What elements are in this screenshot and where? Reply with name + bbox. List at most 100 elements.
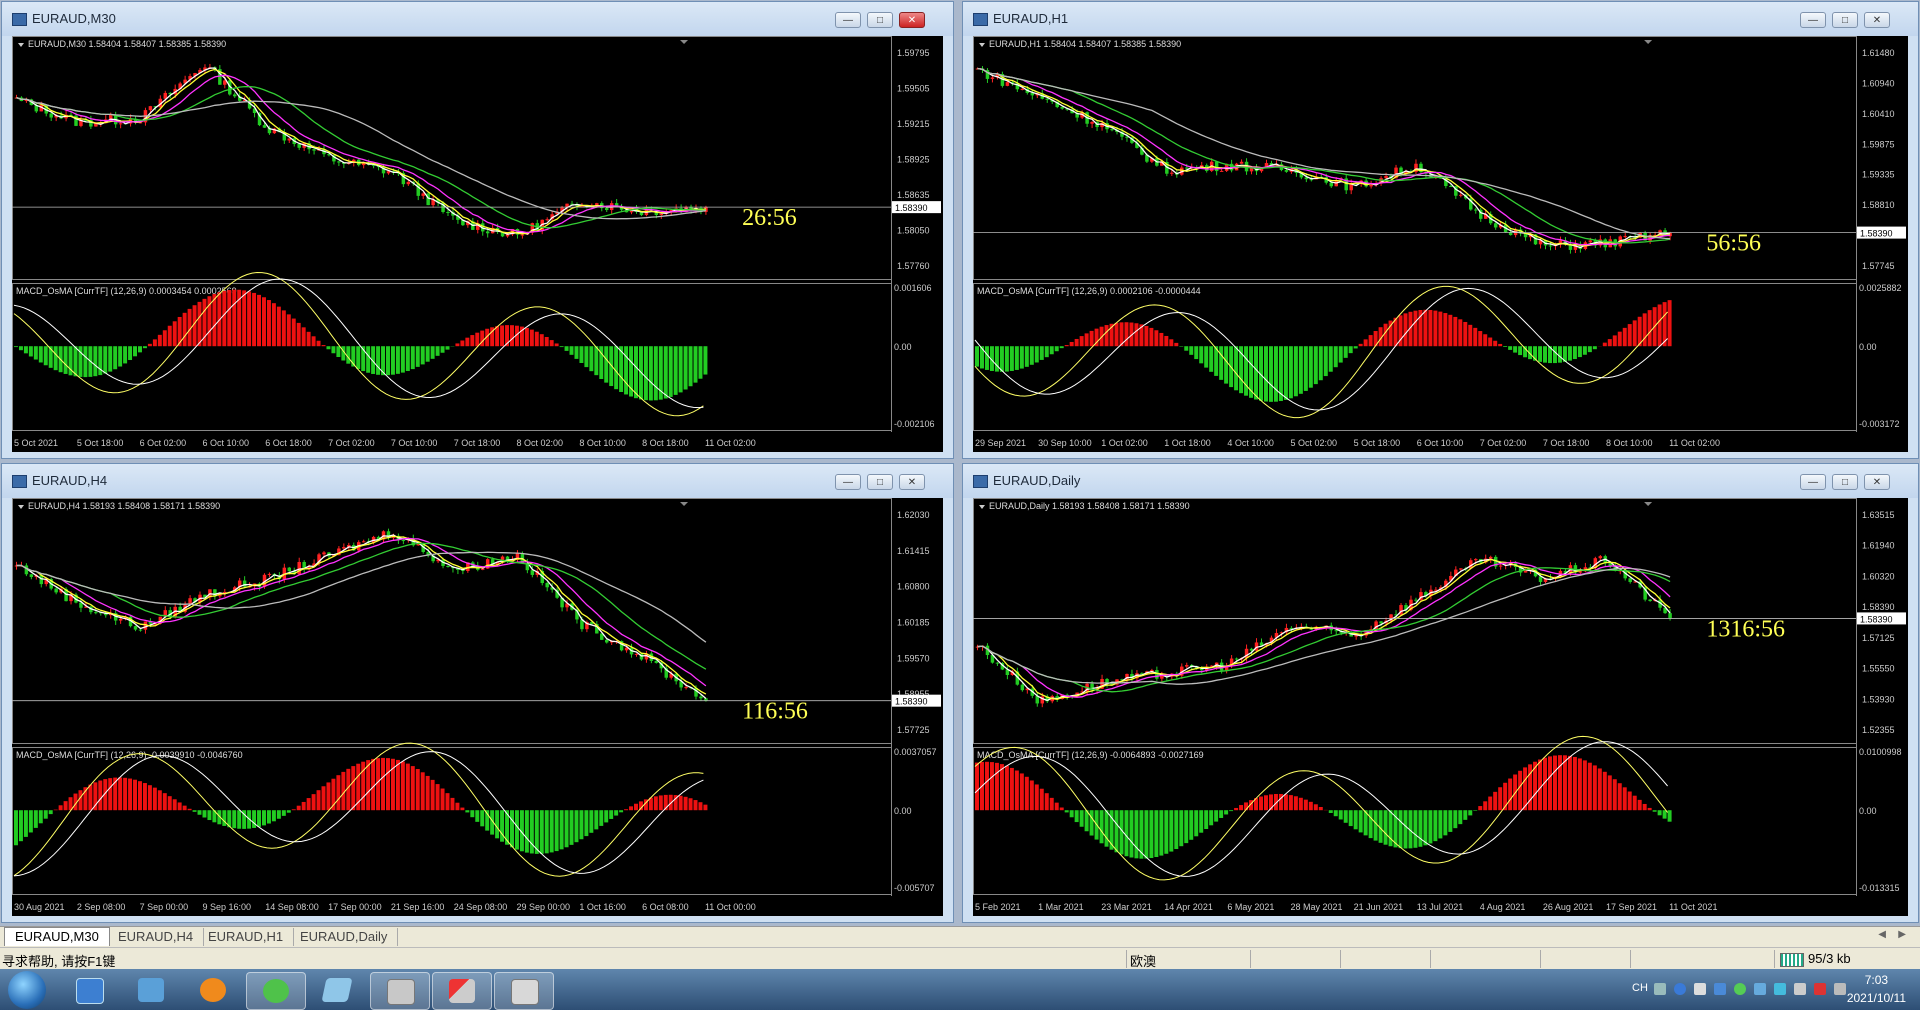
taskbar-app-notes[interactable] [308, 972, 366, 1008]
macd-histogram-bar [242, 290, 247, 347]
tab-scroll-left-icon[interactable]: ◀ [1878, 929, 1886, 940]
start-button[interactable] [8, 971, 46, 1009]
window-titlebar[interactable]: EURAUD,H1 — □ ✕ [963, 2, 1918, 36]
maximize-button[interactable]: □ [1832, 12, 1858, 28]
chart-window-h4[interactable]: EURAUD,H4 — □ ✕ 1.62030 1.61415 1.60800 1.60185… [1, 463, 954, 923]
minimize-icon: — [843, 477, 853, 488]
chart-area[interactable]: 1.61480 1.60940 1.60410 1.59875 1.59335 1.588… [973, 36, 1908, 452]
candle-body [1488, 556, 1493, 559]
clock[interactable]: 7:03 2021/10/11 [1847, 971, 1906, 1007]
macd-histogram-bar [425, 346, 430, 362]
macd-histogram-bar [1478, 331, 1483, 347]
minimize-button[interactable]: — [835, 474, 861, 490]
window-titlebar[interactable]: EURAUD,M30 — □ ✕ [2, 2, 953, 36]
minimize-button[interactable]: — [1800, 12, 1826, 28]
time-axis-label: 8 Oct 02:00 [517, 438, 564, 448]
taskbar-app-terminal-1[interactable] [370, 972, 430, 1010]
network-icon[interactable] [1754, 983, 1766, 995]
chart-window-daily[interactable]: EURAUD,Daily — □ ✕ 1.63515 1.61940 1.60320 1.58… [962, 463, 1919, 923]
sync-icon[interactable] [1774, 983, 1786, 995]
close-button[interactable]: ✕ [899, 12, 925, 28]
help-icon[interactable] [1674, 983, 1686, 995]
taskbar-app-contacts[interactable] [122, 972, 180, 1008]
minimize-button[interactable]: — [1800, 474, 1826, 490]
taskbar-app-wechat[interactable] [246, 972, 306, 1010]
tab-scroll-right-icon[interactable]: ▶ [1898, 929, 1906, 940]
chart-window-h1[interactable]: EURAUD,H1 — □ ✕ 1.61480 1.60940 1.60410 1.59875… [962, 1, 1919, 459]
maximize-button[interactable]: □ [867, 474, 893, 490]
macd-histogram-bar [147, 785, 152, 811]
macd-histogram-bar [688, 346, 693, 387]
macd-histogram-bar [698, 346, 703, 379]
tab-euraud-m30[interactable]: EURAUD,M30 [4, 927, 110, 946]
macd-histogram-bar [123, 777, 128, 811]
macd-histogram-bar [574, 810, 579, 843]
keyboard-icon[interactable] [1654, 983, 1666, 995]
macd-histogram-bar [1413, 810, 1418, 848]
close-button[interactable]: ✕ [1864, 12, 1890, 28]
volume-icon[interactable] [1814, 983, 1826, 995]
maximize-button[interactable]: □ [1832, 474, 1858, 490]
candle-body [604, 639, 609, 643]
window-titlebar[interactable]: EURAUD,H4 — □ ✕ [2, 464, 953, 498]
taskbar-app-orange[interactable] [184, 972, 242, 1008]
macd-histogram-bar [1582, 760, 1587, 811]
tab-euraud-h4[interactable]: EURAUD,H4 [108, 928, 205, 946]
macd-histogram-bar [1184, 810, 1189, 844]
candle-body [446, 566, 450, 568]
macd-histogram-bar [1383, 810, 1388, 845]
maximize-button[interactable]: □ [867, 12, 893, 28]
minimize-button[interactable]: — [835, 12, 861, 28]
tab-euraud-h1[interactable]: EURAUD,H1 [198, 928, 295, 946]
taskbar-app-chart[interactable] [432, 972, 492, 1010]
macd-histogram-bar [1667, 810, 1672, 822]
macd-histogram-bar [212, 294, 217, 347]
window-title: EURAUD,M30 [32, 11, 116, 26]
chart-window-m30[interactable]: EURAUD,M30 — □ ✕ 1.59795 1.59505 1.59215 1.5892… [1, 1, 954, 459]
macd-histogram-bar [984, 346, 989, 370]
close-button[interactable]: ✕ [1864, 474, 1890, 490]
chart-svg[interactable]: 1.620301.614151.608001.601851.595701.589… [12, 498, 943, 916]
macd-histogram-bar [182, 312, 187, 347]
macd-axis-label: 0.0100998 [1859, 747, 1902, 757]
macd-histogram-bar [133, 779, 138, 811]
chart-area[interactable]: 1.59795 1.59505 1.59215 1.58925 1.58635 1.580… [12, 36, 943, 452]
macd-histogram-bar [1438, 810, 1443, 839]
macd-histogram-bar [1283, 794, 1288, 811]
signal-icon[interactable] [1834, 983, 1846, 995]
price-axis-label: 1.58050 [897, 226, 930, 236]
macd-histogram-bar [500, 325, 505, 347]
shield-icon[interactable] [1714, 983, 1726, 995]
macd-histogram-bar [1557, 755, 1562, 811]
taskbar-app-desktop[interactable] [60, 972, 118, 1008]
chart-svg[interactable]: 1.59795 1.59505 1.59215 1.58925 1.58635 1.580… [12, 36, 943, 452]
chart-svg[interactable]: 1.61480 1.60940 1.60410 1.59875 1.59335 1.588… [973, 36, 1908, 452]
macd-histogram-bar [33, 810, 38, 828]
macd-histogram-bar [197, 301, 202, 347]
chart-area[interactable]: 1.62030 1.61415 1.60800 1.60185 1.59570 1.589… [12, 498, 943, 916]
macd-histogram-bar [1189, 810, 1194, 840]
macd-histogram-bar [1508, 778, 1513, 811]
macd-histogram-bar [529, 329, 534, 347]
wechat-tray-icon[interactable] [1734, 983, 1746, 995]
tab-euraud-daily[interactable]: EURAUD,Daily [290, 928, 399, 946]
macd-histogram-bar [400, 761, 405, 811]
macd-histogram-bar [1089, 330, 1094, 347]
macd-histogram-bar [276, 306, 281, 347]
chart-shift-marker-icon [680, 40, 689, 44]
close-button[interactable]: ✕ [899, 474, 925, 490]
chart-svg[interactable]: 1.63515 1.61940 1.60320 1.58390 1.57125 1.555… [973, 498, 1908, 916]
macd-histogram-bar [1468, 324, 1473, 347]
chart-area[interactable]: 1.63515 1.61940 1.60320 1.58390 1.57125 1.555… [973, 498, 1908, 916]
macd-histogram-bar [1199, 346, 1204, 364]
macd-histogram-bar [1034, 784, 1039, 811]
settings-icon[interactable] [1694, 983, 1706, 995]
macd-histogram-bar [1483, 801, 1488, 811]
flag-icon[interactable] [1794, 983, 1806, 995]
macd-histogram-bar [440, 788, 445, 811]
window-titlebar[interactable]: EURAUD,Daily — □ ✕ [963, 464, 1918, 498]
chart-shift-marker-icon [1644, 502, 1653, 506]
language-indicator[interactable]: CH [1632, 982, 1648, 994]
taskbar-app-terminal-2[interactable] [494, 972, 554, 1010]
macd-histogram-bar [1219, 346, 1224, 380]
